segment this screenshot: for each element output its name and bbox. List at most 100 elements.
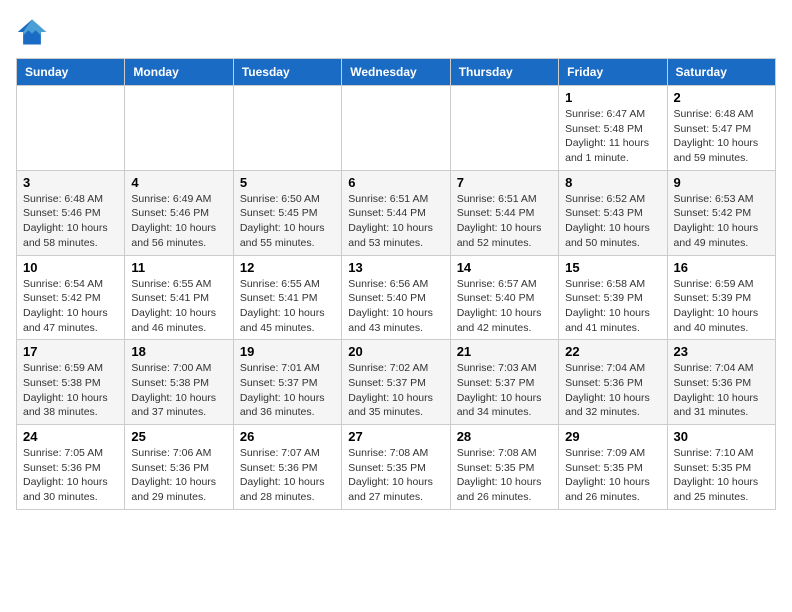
calendar-week-row: 10 Sunrise: 6:54 AM Sunset: 5:42 PM Dayli… — [17, 255, 776, 340]
day-info: Sunrise: 7:01 AM Sunset: 5:37 PM Dayligh… — [240, 361, 335, 420]
day-info: Sunrise: 6:48 AM Sunset: 5:46 PM Dayligh… — [23, 192, 118, 251]
calendar-table: SundayMondayTuesdayWednesdayThursdayFrid… — [16, 58, 776, 510]
logo-icon — [16, 16, 48, 48]
calendar-cell: 5 Sunrise: 6:50 AM Sunset: 5:45 PM Daylig… — [233, 170, 341, 255]
page-header — [16, 16, 776, 48]
day-number: 16 — [674, 260, 769, 275]
day-of-week-header: Friday — [559, 59, 667, 86]
calendar-week-row: 1 Sunrise: 6:47 AM Sunset: 5:48 PM Daylig… — [17, 86, 776, 171]
day-info: Sunrise: 7:03 AM Sunset: 5:37 PM Dayligh… — [457, 361, 552, 420]
day-info: Sunrise: 6:57 AM Sunset: 5:40 PM Dayligh… — [457, 277, 552, 336]
day-number: 15 — [565, 260, 660, 275]
calendar-cell: 30 Sunrise: 7:10 AM Sunset: 5:35 PM Dayli… — [667, 425, 775, 510]
day-info: Sunrise: 6:59 AM Sunset: 5:38 PM Dayligh… — [23, 361, 118, 420]
day-info: Sunrise: 6:58 AM Sunset: 5:39 PM Dayligh… — [565, 277, 660, 336]
day-info: Sunrise: 6:51 AM Sunset: 5:44 PM Dayligh… — [457, 192, 552, 251]
day-of-week-header: Thursday — [450, 59, 558, 86]
calendar-cell: 15 Sunrise: 6:58 AM Sunset: 5:39 PM Dayli… — [559, 255, 667, 340]
calendar-cell: 22 Sunrise: 7:04 AM Sunset: 5:36 PM Dayli… — [559, 340, 667, 425]
calendar-cell: 23 Sunrise: 7:04 AM Sunset: 5:36 PM Dayli… — [667, 340, 775, 425]
calendar-cell — [450, 86, 558, 171]
day-number: 21 — [457, 344, 552, 359]
day-number: 5 — [240, 175, 335, 190]
calendar-cell: 18Sunrise: 7:00 AM Sunset: 5:38 PM Dayli… — [125, 340, 233, 425]
day-number: 7 — [457, 175, 552, 190]
day-number: 10 — [23, 260, 118, 275]
day-of-week-header: Monday — [125, 59, 233, 86]
calendar-cell: 24Sunrise: 7:05 AM Sunset: 5:36 PM Dayli… — [17, 425, 125, 510]
day-number: 22 — [565, 344, 660, 359]
calendar-cell: 29 Sunrise: 7:09 AM Sunset: 5:35 PM Dayli… — [559, 425, 667, 510]
day-info: Sunrise: 6:54 AM Sunset: 5:42 PM Dayligh… — [23, 277, 118, 336]
calendar-cell: 11 Sunrise: 6:55 AM Sunset: 5:41 PM Dayli… — [125, 255, 233, 340]
day-info: Sunrise: 6:49 AM Sunset: 5:46 PM Dayligh… — [131, 192, 226, 251]
day-info: Sunrise: 6:56 AM Sunset: 5:40 PM Dayligh… — [348, 277, 443, 336]
day-info: Sunrise: 6:48 AM Sunset: 5:47 PM Dayligh… — [674, 107, 769, 166]
calendar-cell: 28 Sunrise: 7:08 AM Sunset: 5:35 PM Dayli… — [450, 425, 558, 510]
calendar-cell — [342, 86, 450, 171]
day-number: 1 — [565, 90, 660, 105]
day-number: 30 — [674, 429, 769, 444]
day-info: Sunrise: 6:55 AM Sunset: 5:41 PM Dayligh… — [131, 277, 226, 336]
day-info: Sunrise: 7:09 AM Sunset: 5:35 PM Dayligh… — [565, 446, 660, 505]
day-number: 29 — [565, 429, 660, 444]
day-number: 13 — [348, 260, 443, 275]
day-number: 4 — [131, 175, 226, 190]
day-number: 23 — [674, 344, 769, 359]
calendar-cell: 12 Sunrise: 6:55 AM Sunset: 5:41 PM Dayli… — [233, 255, 341, 340]
calendar-cell: 27 Sunrise: 7:08 AM Sunset: 5:35 PM Dayli… — [342, 425, 450, 510]
day-info: Sunrise: 6:51 AM Sunset: 5:44 PM Dayligh… — [348, 192, 443, 251]
day-of-week-header: Sunday — [17, 59, 125, 86]
calendar-cell: 3 Sunrise: 6:48 AM Sunset: 5:46 PM Daylig… — [17, 170, 125, 255]
calendar-cell: 21 Sunrise: 7:03 AM Sunset: 5:37 PM Dayli… — [450, 340, 558, 425]
calendar-cell: 9Sunrise: 6:53 AM Sunset: 5:42 PM Daylig… — [667, 170, 775, 255]
logo — [16, 16, 52, 48]
day-number: 2 — [674, 90, 769, 105]
day-number: 11 — [131, 260, 226, 275]
day-number: 14 — [457, 260, 552, 275]
calendar-cell: 8Sunrise: 6:52 AM Sunset: 5:43 PM Daylig… — [559, 170, 667, 255]
day-info: Sunrise: 7:04 AM Sunset: 5:36 PM Dayligh… — [674, 361, 769, 420]
day-of-week-header: Saturday — [667, 59, 775, 86]
day-number: 20 — [348, 344, 443, 359]
day-info: Sunrise: 7:04 AM Sunset: 5:36 PM Dayligh… — [565, 361, 660, 420]
calendar-cell: 17 Sunrise: 6:59 AM Sunset: 5:38 PM Dayli… — [17, 340, 125, 425]
day-number: 27 — [348, 429, 443, 444]
day-number: 25 — [131, 429, 226, 444]
day-number: 8 — [565, 175, 660, 190]
day-info: Sunrise: 7:08 AM Sunset: 5:35 PM Dayligh… — [457, 446, 552, 505]
calendar-week-row: 3 Sunrise: 6:48 AM Sunset: 5:46 PM Daylig… — [17, 170, 776, 255]
calendar-week-row: 17 Sunrise: 6:59 AM Sunset: 5:38 PM Dayli… — [17, 340, 776, 425]
day-info: Sunrise: 7:00 AM Sunset: 5:38 PM Dayligh… — [131, 361, 226, 420]
day-number: 9 — [674, 175, 769, 190]
calendar-week-row: 24Sunrise: 7:05 AM Sunset: 5:36 PM Dayli… — [17, 425, 776, 510]
calendar-cell: 10 Sunrise: 6:54 AM Sunset: 5:42 PM Dayli… — [17, 255, 125, 340]
calendar-cell: 4 Sunrise: 6:49 AM Sunset: 5:46 PM Daylig… — [125, 170, 233, 255]
day-number: 28 — [457, 429, 552, 444]
day-info: Sunrise: 7:02 AM Sunset: 5:37 PM Dayligh… — [348, 361, 443, 420]
calendar-cell — [233, 86, 341, 171]
calendar-cell — [17, 86, 125, 171]
calendar-cell: 26Sunrise: 7:07 AM Sunset: 5:36 PM Dayli… — [233, 425, 341, 510]
day-info: Sunrise: 6:50 AM Sunset: 5:45 PM Dayligh… — [240, 192, 335, 251]
day-info: Sunrise: 7:10 AM Sunset: 5:35 PM Dayligh… — [674, 446, 769, 505]
day-info: Sunrise: 7:08 AM Sunset: 5:35 PM Dayligh… — [348, 446, 443, 505]
day-info: Sunrise: 6:55 AM Sunset: 5:41 PM Dayligh… — [240, 277, 335, 336]
day-number: 3 — [23, 175, 118, 190]
calendar-header-row: SundayMondayTuesdayWednesdayThursdayFrid… — [17, 59, 776, 86]
day-info: Sunrise: 7:06 AM Sunset: 5:36 PM Dayligh… — [131, 446, 226, 505]
day-number: 19 — [240, 344, 335, 359]
day-of-week-header: Wednesday — [342, 59, 450, 86]
day-of-week-header: Tuesday — [233, 59, 341, 86]
day-info: Sunrise: 6:47 AM Sunset: 5:48 PM Dayligh… — [565, 107, 660, 166]
calendar-cell: 7 Sunrise: 6:51 AM Sunset: 5:44 PM Daylig… — [450, 170, 558, 255]
day-number: 17 — [23, 344, 118, 359]
day-number: 24 — [23, 429, 118, 444]
day-number: 12 — [240, 260, 335, 275]
calendar-cell: 16Sunrise: 6:59 AM Sunset: 5:39 PM Dayli… — [667, 255, 775, 340]
calendar-cell: 25 Sunrise: 7:06 AM Sunset: 5:36 PM Dayli… — [125, 425, 233, 510]
calendar-cell: 1 Sunrise: 6:47 AM Sunset: 5:48 PM Daylig… — [559, 86, 667, 171]
calendar-cell — [125, 86, 233, 171]
calendar-cell: 20 Sunrise: 7:02 AM Sunset: 5:37 PM Dayli… — [342, 340, 450, 425]
calendar-cell: 14 Sunrise: 6:57 AM Sunset: 5:40 PM Dayli… — [450, 255, 558, 340]
